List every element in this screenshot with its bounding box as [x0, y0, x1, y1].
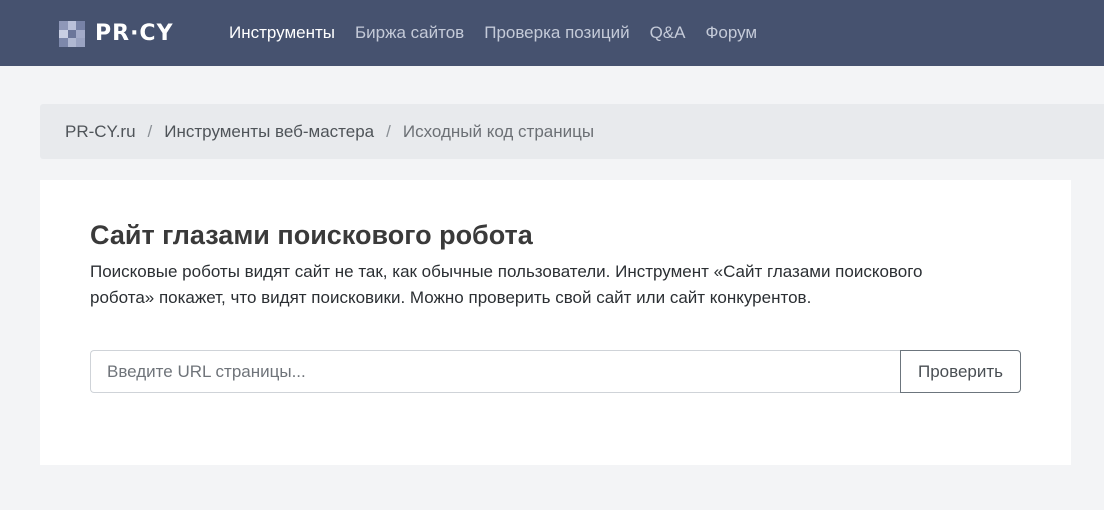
logo-text: PR·CY [95, 21, 174, 46]
main-nav: Инструменты Биржа сайтов Проверка позици… [229, 21, 777, 45]
tool-card: Сайт глазами поискового робота Поисковые… [40, 180, 1071, 465]
url-input[interactable] [90, 350, 900, 393]
top-navbar: PR·CY Инструменты Биржа сайтов Проверка … [0, 0, 1104, 66]
breadcrumb-webmaster-tools[interactable]: Инструменты веб-мастера [164, 122, 374, 142]
nav-item-tools[interactable]: Инструменты [229, 21, 335, 45]
breadcrumb-current: Исходный код страницы [402, 121, 595, 141]
nav-item-site-exchange[interactable]: Биржа сайтов [355, 21, 464, 45]
site-logo[interactable]: PR·CY [59, 20, 174, 48]
nav-item-qa[interactable]: Q&A [650, 21, 686, 45]
page-title: Сайт глазами поискового робота [90, 220, 533, 250]
check-button[interactable]: Проверить [900, 350, 1021, 393]
breadcrumb-separator: / [386, 121, 391, 141]
page-description: Поисковые роботы видят сайт не так, как … [90, 262, 923, 307]
url-check-form: Проверить [90, 350, 1021, 393]
nav-item-position-check[interactable]: Проверка позиций [484, 21, 629, 45]
breadcrumb-home[interactable]: PR-CY.ru [65, 122, 136, 142]
nav-item-forum[interactable]: Форум [705, 21, 757, 45]
breadcrumb-separator: / [147, 121, 153, 141]
pixel-grid-icon [59, 21, 85, 47]
breadcrumb: PR-CY.ru / Инструменты веб-мастера / Исх… [40, 104, 1104, 159]
